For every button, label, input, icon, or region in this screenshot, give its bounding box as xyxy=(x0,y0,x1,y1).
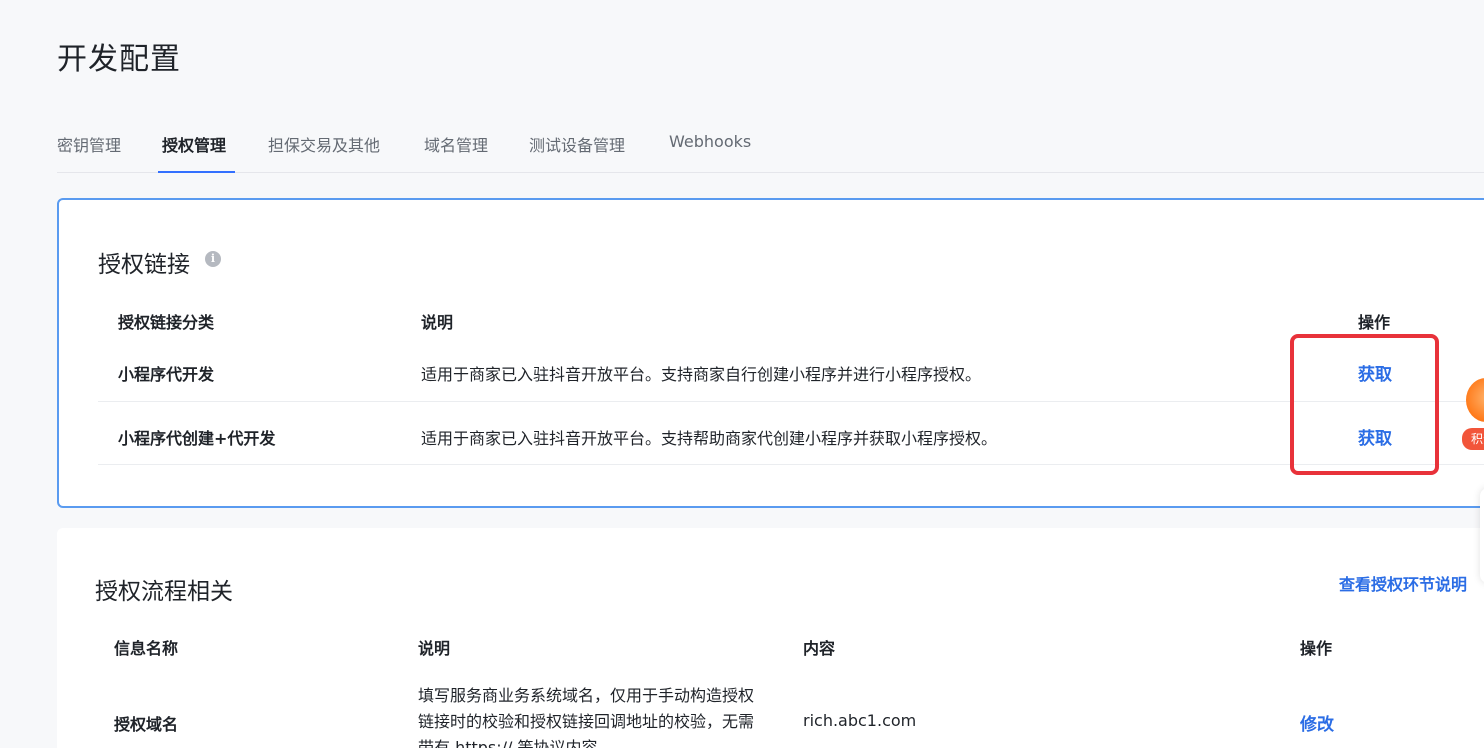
auth-links-title: 授权链接 xyxy=(98,252,190,278)
header-action: 操作 xyxy=(1300,639,1333,658)
row-category: 小程序代创建+代开发 xyxy=(118,429,276,448)
header-desc: 说明 xyxy=(418,639,451,658)
tab-domain-management[interactable]: 域名管理 xyxy=(424,132,488,156)
tab-key-management[interactable]: 密钥管理 xyxy=(57,132,121,156)
info-icon[interactable]: i xyxy=(205,251,221,267)
view-auth-explanation-link[interactable]: 查看授权环节说明 xyxy=(1339,571,1467,595)
tab-bar: 密钥管理 授权管理 担保交易及其他 域名管理 测试设备管理 Webhooks xyxy=(57,118,1484,173)
tab-test-device-management[interactable]: 测试设备管理 xyxy=(529,132,625,156)
row-desc: 适用于商家已入驻抖音开放平台。支持商家自行创建小程序并进行小程序授权。 xyxy=(421,365,982,384)
header-content: 内容 xyxy=(803,639,836,658)
tab-guarantee-trade[interactable]: 担保交易及其他 xyxy=(268,132,380,156)
row-divider xyxy=(98,464,1484,465)
row-desc: 填写服务商业务系统域名，仅用于手动构造授权链接时的校验和授权链接回调地址的校验，… xyxy=(418,686,755,748)
header-action: 操作 xyxy=(1358,313,1391,332)
tab-webhooks[interactable]: Webhooks xyxy=(669,132,751,151)
page-title: 开发配置 xyxy=(57,42,181,77)
active-tab-indicator xyxy=(158,171,235,173)
row-content: rich.abc1.com xyxy=(803,711,917,730)
floating-side-panel[interactable] xyxy=(1480,488,1484,583)
header-category: 授权链接分类 xyxy=(118,313,215,332)
row-desc: 适用于商家已入驻抖音开放平台。支持帮助商家代创建小程序并获取小程序授权。 xyxy=(421,429,998,448)
auth-flow-title: 授权流程相关 xyxy=(95,579,233,605)
edit-button[interactable]: 修改 xyxy=(1300,710,1334,735)
floating-points-label[interactable]: 积分 xyxy=(1462,428,1484,450)
row-category: 小程序代开发 xyxy=(118,365,215,384)
tab-auth-management[interactable]: 授权管理 xyxy=(162,132,226,156)
row-name: 授权域名 xyxy=(114,715,179,734)
header-name: 信息名称 xyxy=(114,639,179,658)
auth-links-card: 授权链接 i 授权链接分类 说明 操作 小程序代开发 适用于商家已入驻抖音开放平… xyxy=(57,198,1484,508)
auth-flow-card: 授权流程相关 查看授权环节说明 信息名称 说明 内容 操作 授权域名 填写服务商… xyxy=(57,528,1484,748)
header-desc: 说明 xyxy=(421,313,454,332)
row-divider xyxy=(98,401,1484,402)
highlight-box xyxy=(1290,334,1439,475)
